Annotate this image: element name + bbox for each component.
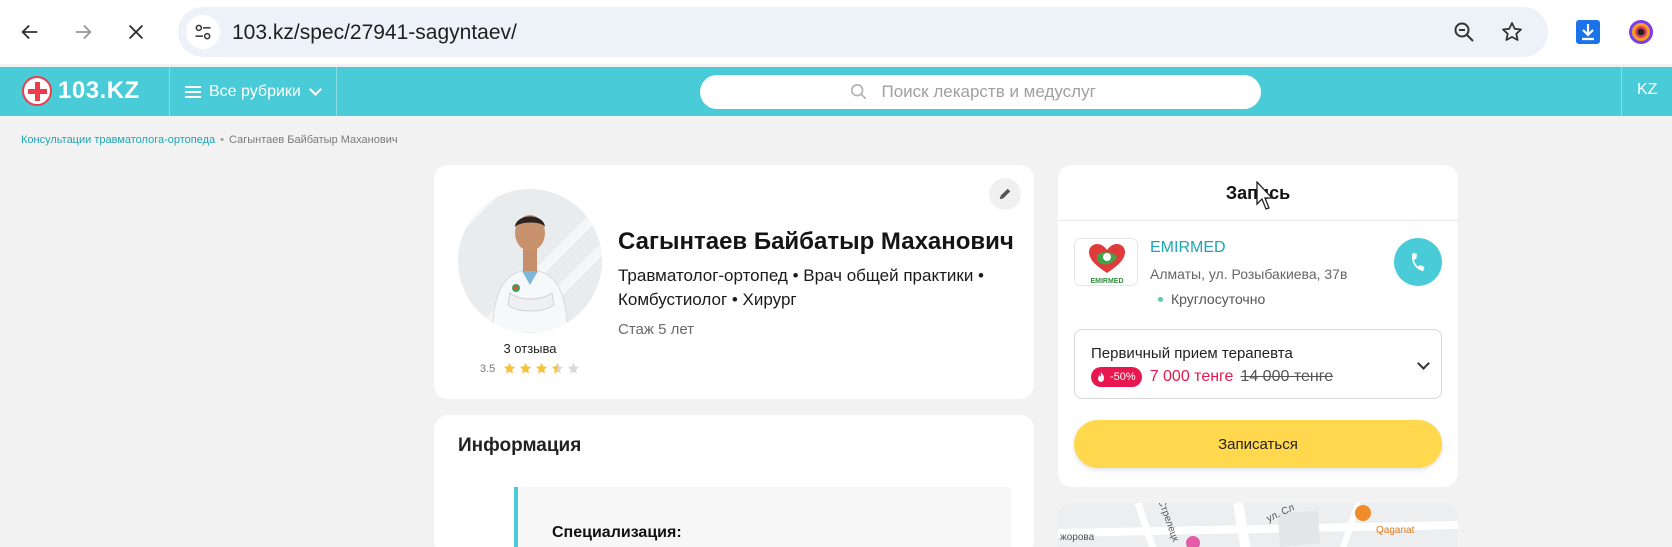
doctor-specialties: Травматолог-ортопед • Врач общей практик…: [618, 266, 984, 309]
address-bar[interactable]: 103.kz/spec/27941-sagyntaev/: [178, 7, 1548, 57]
service-name: Первичный прием терапевта: [1091, 345, 1293, 362]
star-icon: [568, 362, 580, 374]
phone-icon: [1412, 252, 1425, 272]
language-switch[interactable]: KZ: [1637, 81, 1657, 99]
open-status-dot: [1158, 296, 1163, 302]
price-old: 14 000 тенге: [1240, 368, 1334, 385]
site-header: 103.KZ Все рубрики KZ: [0, 67, 1672, 116]
call-button[interactable]: [1394, 238, 1442, 286]
doctor-photo: [458, 189, 602, 333]
close-icon: [128, 24, 144, 40]
fire-icon: [1098, 372, 1104, 382]
info-card: Информация Специализация:: [434, 415, 1034, 547]
discount-value: -50%: [1110, 371, 1136, 383]
clinic-name-link[interactable]: EMIRMED: [1150, 239, 1226, 257]
header-divider: [1621, 67, 1622, 116]
clinic-hours: Круглосуточно: [1158, 291, 1265, 307]
specialization-block: Специализация:: [514, 487, 1011, 547]
extension-icon[interactable]: [1628, 19, 1654, 45]
forward-button[interactable]: [65, 14, 101, 50]
specialization-label: Специализация:: [552, 524, 682, 541]
all-categories-menu[interactable]: Все рубрики: [185, 67, 322, 116]
rating-value: 3.5: [480, 362, 496, 375]
booking-card: Запись EMIRMED EMIRMED Алматы, ул. Розыб…: [1058, 165, 1458, 487]
forward-arrow-icon: [75, 24, 92, 40]
back-button[interactable]: [12, 14, 48, 50]
browser-toolbar: 103.kz/spec/27941-sagyntaev/: [0, 0, 1672, 64]
clinic-address: Алматы, ул. Розыбакиева, 37в: [1150, 266, 1348, 282]
map-label: жорова: [1060, 532, 1095, 543]
breadcrumb-separator: •: [220, 134, 225, 146]
doctor-experience: Стаж 5 лет: [618, 321, 695, 338]
chevron-down-icon: [308, 82, 322, 96]
service-select[interactable]: Первичный прием терапевта -50% 7 000 тен…: [1074, 329, 1442, 399]
reviews-link[interactable]: 3 отзыва: [458, 341, 602, 356]
zoom-icon[interactable]: [1452, 20, 1476, 44]
site-search[interactable]: [700, 75, 1261, 109]
stop-loading-button[interactable]: [118, 14, 154, 50]
header-divider: [336, 67, 337, 116]
discount-badge: -50%: [1091, 367, 1142, 387]
clinic-hours-text: Круглосуточно: [1171, 291, 1266, 307]
pencil-icon: [999, 188, 1011, 200]
site-settings-icon[interactable]: [186, 15, 220, 49]
bookmark-star-icon[interactable]: [1500, 20, 1524, 44]
mouse-cursor-icon: [1256, 181, 1274, 210]
map-label: Qaganat: [1376, 525, 1415, 536]
rating-stars: [503, 362, 580, 375]
doctor-profile-card: 3 отзыва 3.5 Сагынтаев Байбатыр Маханови…: [434, 165, 1034, 399]
info-title: Информация: [458, 435, 582, 456]
price-new: 7 000 тенге: [1149, 368, 1234, 385]
back-arrow-icon: [21, 24, 38, 40]
all-categories-label: Все рубрики: [209, 82, 301, 100]
breadcrumb-current: Сагынтаев Байбатыр Маханович: [229, 134, 398, 146]
star-icon: [552, 362, 564, 374]
rating: 3.5: [480, 362, 580, 375]
price-row: -50% 7 000 тенге 14 000 тенге: [1091, 367, 1333, 387]
site-logo[interactable]: 103.KZ: [22, 74, 140, 108]
star-icon: [520, 362, 532, 374]
star-icon: [536, 362, 548, 374]
svg-text:EMIRMED: EMIRMED: [1090, 278, 1123, 285]
clinic-logo[interactable]: EMIRMED: [1074, 238, 1138, 286]
logo-text: 103.KZ: [58, 77, 140, 104]
download-icon[interactable]: [1575, 19, 1601, 45]
book-appointment-button[interactable]: Записаться: [1074, 420, 1442, 468]
header-divider: [169, 67, 170, 116]
map-preview[interactable]: Qaganat ул. Сл жорова Стрелецк: [1058, 503, 1458, 547]
menu-icon: [185, 85, 201, 98]
chevron-down-icon: [1417, 357, 1430, 370]
medical-cross-icon: [22, 76, 52, 106]
search-input[interactable]: [881, 82, 1112, 102]
doctor-name: Сагынтаев Байбатыр Маханович: [618, 228, 1014, 255]
breadcrumb: Консультации травматолога-ортопеда • Сагын…: [21, 134, 398, 146]
edit-button[interactable]: [989, 178, 1021, 210]
breadcrumb-link[interactable]: Консультации травматолога-ортопеда: [21, 134, 215, 146]
search-icon: [850, 83, 866, 100]
url-text[interactable]: 103.kz/spec/27941-sagyntaev/: [232, 21, 517, 45]
star-icon: [504, 362, 516, 374]
